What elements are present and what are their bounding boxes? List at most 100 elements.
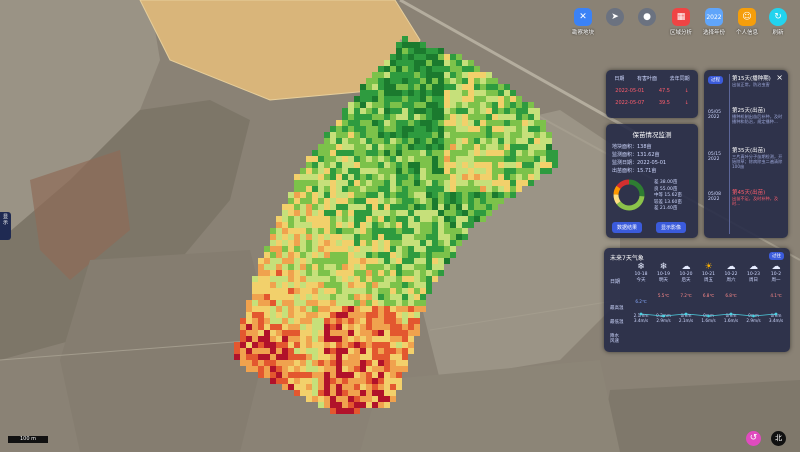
- heatmap-cell: [306, 282, 312, 288]
- heatmap-cell: [270, 366, 276, 372]
- timeline-item[interactable]: 第25天(出苗) 播种机制出苗后补种，及时播种和防治，规定播种...: [732, 106, 784, 124]
- timeline-item-highlighted[interactable]: 第45天(出苗) 出苗不足，及时补种，及时...: [732, 188, 784, 206]
- toolbar-locate-button[interactable]: ➤: [600, 8, 630, 26]
- heatmap-cell: [282, 204, 288, 210]
- heatmap-cell: [318, 228, 324, 234]
- heatmap-cell: [444, 216, 450, 222]
- heatmap-cell: [342, 306, 348, 312]
- heatmap-cell: [456, 66, 462, 72]
- heatmap-cell: [312, 312, 318, 318]
- heatmap-cell: [318, 186, 324, 192]
- heatmap-cell: [330, 372, 336, 378]
- heatmap-cell: [246, 318, 252, 324]
- heatmap-cell: [420, 300, 426, 306]
- heatmap-cell: [372, 90, 378, 96]
- heatmap-cell: [372, 342, 378, 348]
- timeline-item[interactable]: 第35天(出苗) 三片真叶分子苗期检测，开始除草；除病除虫二遍清除100亩: [732, 146, 784, 169]
- heatmap-cell: [420, 156, 426, 162]
- heatmap-cell: [348, 234, 354, 240]
- heatmap-cell: [276, 276, 282, 282]
- table-row[interactable]: 2022-05-01 47.5 ↓: [606, 85, 698, 97]
- heatmap-cell: [486, 120, 492, 126]
- heatmap-cell: [444, 192, 450, 198]
- temp-point: [684, 312, 688, 316]
- heatmap-cell: [258, 372, 264, 378]
- heatmap-cell: [456, 198, 462, 204]
- heatmap-cell: [360, 330, 366, 336]
- heatmap-cell: [288, 336, 294, 342]
- heatmap-cell: [360, 288, 366, 294]
- heatmap-cell: [306, 372, 312, 378]
- heatmap-cell: [432, 138, 438, 144]
- heatmap-cell: [450, 66, 456, 72]
- heatmap-cell: [402, 252, 408, 258]
- timeline-item[interactable]: 第15天(播种期) 出苗正常，防治虫害: [732, 74, 782, 87]
- toolbar-region-analysis-button[interactable]: ▦ 区域分析: [666, 8, 696, 36]
- timeline-tag[interactable]: 过程: [708, 76, 723, 84]
- heatmap-cell: [474, 132, 480, 138]
- heatmap-cell: [270, 300, 276, 306]
- heatmap-cell: [282, 306, 288, 312]
- heatmap-cell: [330, 378, 336, 384]
- heatmap-cell: [528, 102, 534, 108]
- heatmap-cell: [516, 174, 522, 180]
- heatmap-cell: [306, 384, 312, 390]
- heatmap-cell: [528, 174, 534, 180]
- side-toggle-tab[interactable]: 显 示: [0, 212, 11, 240]
- heatmap-cell: [432, 258, 438, 264]
- heatmap-cell: [342, 234, 348, 240]
- heatmap-cell: [318, 144, 324, 150]
- heatmap-cell: [360, 156, 366, 162]
- toolbar-year-button[interactable]: 2022 选择年份: [699, 8, 729, 36]
- heatmap-cell: [540, 168, 546, 174]
- heatmap-cell: [264, 318, 270, 324]
- heatmap-cell: [336, 246, 342, 252]
- heatmap-cell: [372, 246, 378, 252]
- heatmap-cell: [390, 114, 396, 120]
- data-result-button[interactable]: 数据结果: [612, 222, 643, 233]
- heatmap-cell: [468, 150, 474, 156]
- heatmap-cell: [366, 294, 372, 300]
- compass-button[interactable]: 北: [771, 431, 786, 446]
- weather-history-button[interactable]: 过往: [769, 252, 784, 260]
- heatmap-cell: [252, 294, 258, 300]
- heatmap-cell: [468, 168, 474, 174]
- heatmap-cell: [330, 240, 336, 246]
- heatmap-cell: [384, 342, 390, 348]
- heatmap-cell: [504, 108, 510, 114]
- toolbar-pin-button[interactable]: ●: [632, 8, 662, 26]
- heatmap-cell: [390, 108, 396, 114]
- heatmap-cell: [402, 306, 408, 312]
- toolbar-refresh-button[interactable]: ↻ 刷新: [763, 8, 793, 36]
- heatmap-cell: [522, 174, 528, 180]
- heatmap-cell: [342, 366, 348, 372]
- heatmap-cell: [426, 174, 432, 180]
- heatmap-cell: [354, 108, 360, 114]
- info-line: 监测日期：2022-05-01: [612, 160, 667, 166]
- heatmap-cell: [534, 144, 540, 150]
- heatmap-cell: [264, 270, 270, 276]
- heatmap-cell: [300, 186, 306, 192]
- heatmap-cell: [312, 180, 318, 186]
- heatmap-cell: [336, 258, 342, 264]
- back-button[interactable]: ↺: [746, 431, 761, 446]
- heatmap-cell: [294, 372, 300, 378]
- table-row[interactable]: 2022-05-07 39.5 ↓: [606, 97, 698, 109]
- show-image-button[interactable]: 显示影像: [656, 222, 687, 233]
- heatmap-cell: [432, 66, 438, 72]
- toolbar-survey-button[interactable]: ✕ 勘察地块: [568, 8, 598, 36]
- heatmap-cell: [432, 252, 438, 258]
- heatmap-cell: [438, 96, 444, 102]
- heatmap-cell: [384, 168, 390, 174]
- heatmap-cell: [504, 180, 510, 186]
- heatmap-cell: [336, 324, 342, 330]
- heatmap-cell: [390, 258, 396, 264]
- toolbar-profile-button[interactable]: ☺ 个人信息: [732, 8, 762, 36]
- heatmap-cell: [378, 120, 384, 126]
- heatmap-cell: [318, 288, 324, 294]
- heatmap-cell: [360, 180, 366, 186]
- heatmap-cell: [474, 126, 480, 132]
- heatmap-cell: [318, 378, 324, 384]
- heatmap-cell: [522, 108, 528, 114]
- heatmap-cell: [240, 324, 246, 330]
